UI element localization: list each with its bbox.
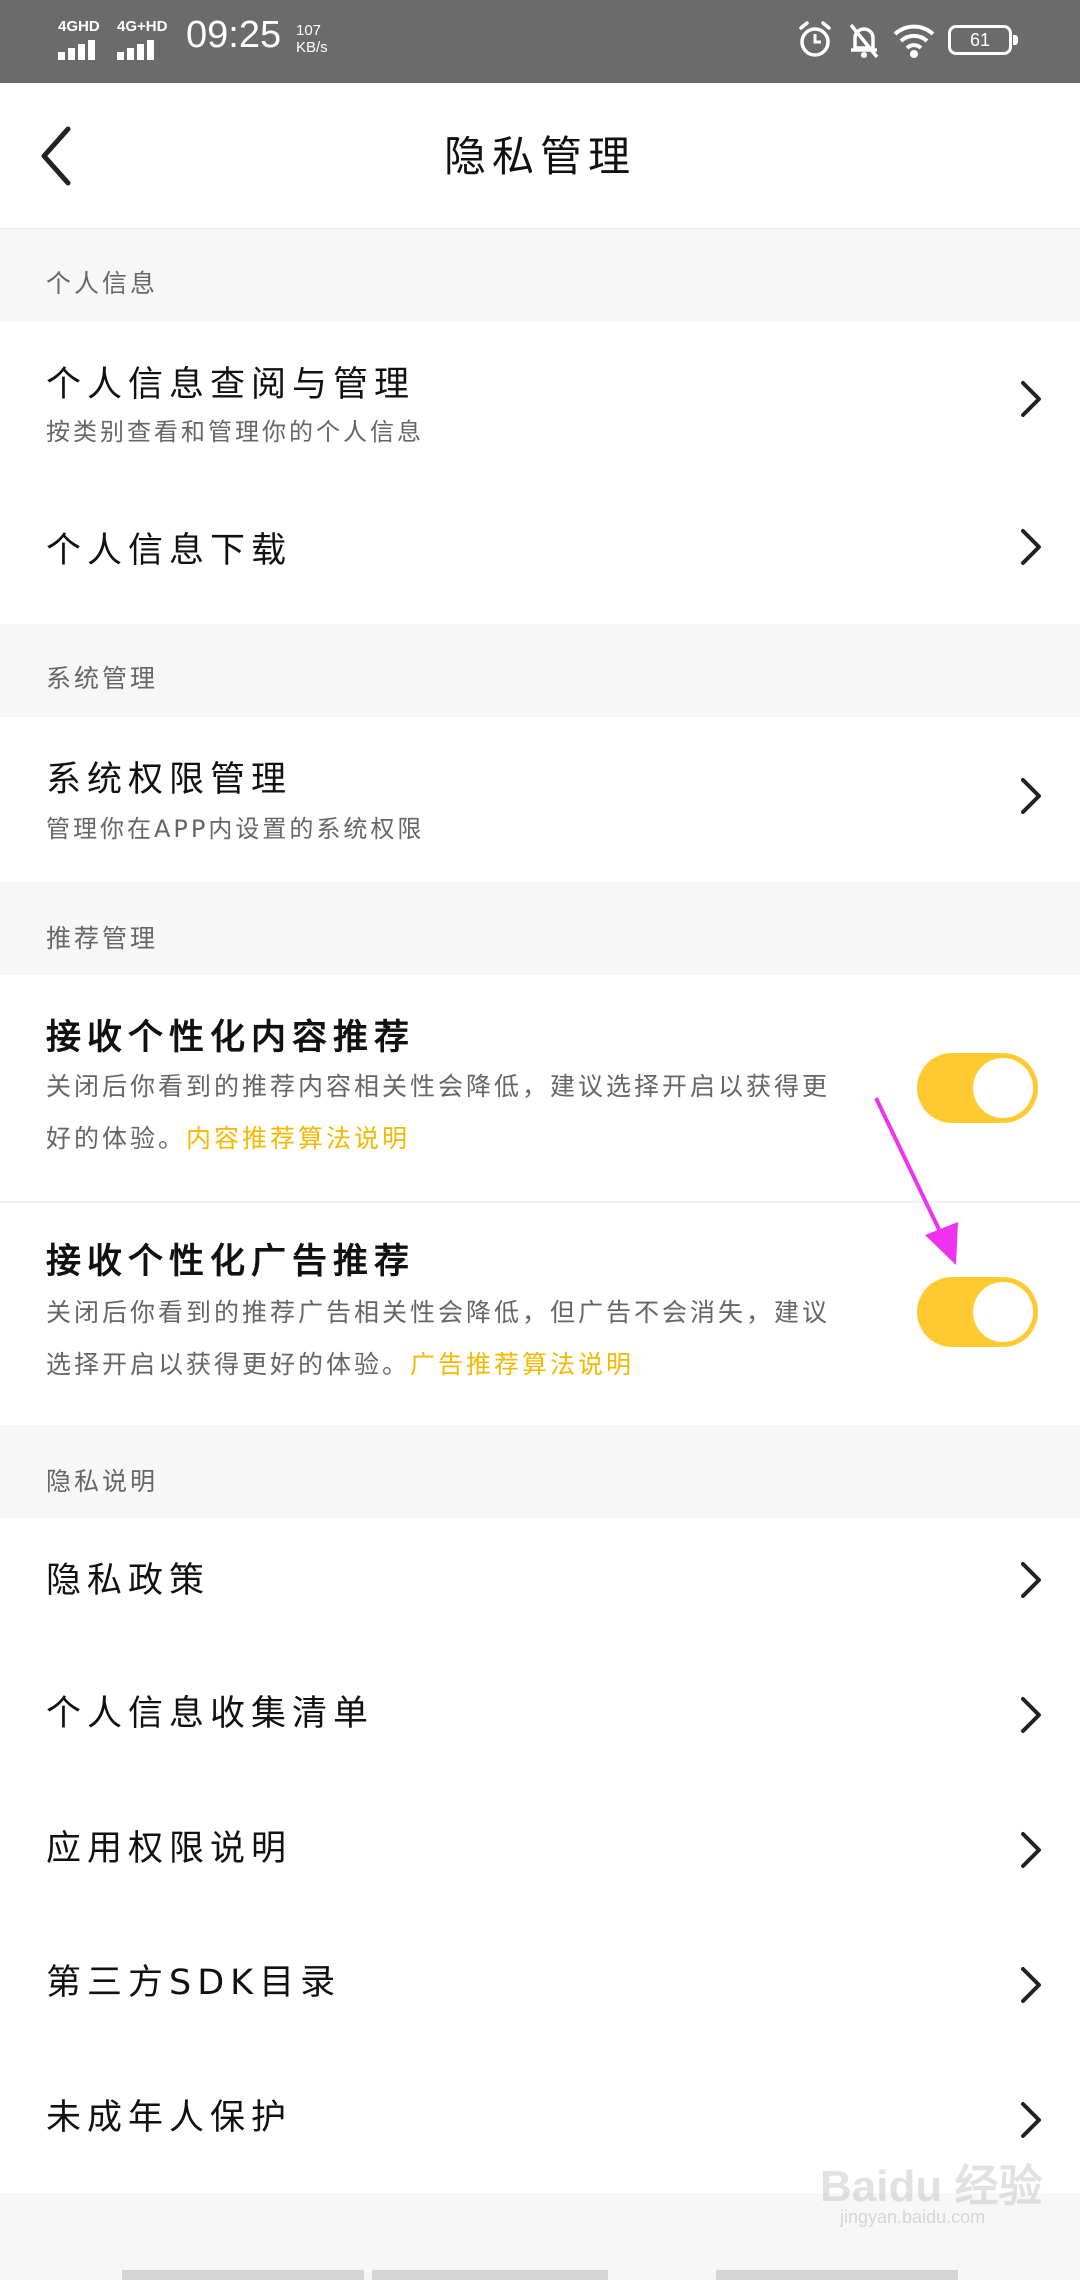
header: 隐私管理: [0, 83, 1080, 229]
row-personal-info-manage[interactable]: 个人信息查阅与管理 按类别查看和管理你的个人信息: [0, 322, 1080, 477]
chevron-right-icon: [1021, 381, 1041, 417]
watermark-url: jingyan.baidu.com: [840, 2207, 986, 2227]
row-privacy-policy[interactable]: 隐私政策: [0, 1518, 1080, 1653]
section-header-label: 系统管理: [46, 664, 159, 693]
toggle-knob: [973, 1282, 1033, 1342]
ad-recommend-toggle[interactable]: [917, 1277, 1038, 1347]
row-title: 第三方SDK目录: [46, 1963, 342, 2003]
network-speed-value: 107: [296, 22, 322, 39]
section-header-label: 个人信息: [46, 269, 159, 298]
signal-bars-icon: [58, 38, 95, 60]
chevron-right-icon: [1021, 2102, 1041, 2138]
row-personalized-content: 接收个性化内容推荐 关闭后你看到的推荐内容相关性会降低，建议选择开启以获得更好的…: [0, 975, 1080, 1201]
signal-4ghd-indicator: 4GHD: [58, 18, 114, 62]
signal-4gplus-indicator: 4G+HD: [117, 18, 173, 62]
chevron-right-icon: [1021, 1697, 1041, 1733]
bottom-indicator: [716, 2270, 958, 2280]
chevron-right-icon: [1021, 529, 1041, 565]
row-title: 个人信息查阅与管理: [46, 365, 416, 405]
chevron-right-icon: [1021, 1832, 1041, 1868]
row-title: 应用权限说明: [46, 1829, 293, 1869]
row-title: 接收个性化广告推荐: [46, 1242, 416, 1282]
page-title: 隐私管理: [443, 132, 636, 181]
alarm-icon: [799, 21, 831, 57]
chevron-right-icon: [1021, 778, 1041, 814]
ad-algorithm-link[interactable]: 广告推荐算法说明: [410, 1350, 634, 1379]
network-speed-unit: KB/s: [296, 39, 328, 56]
row-title: 未成年人保护: [46, 2098, 293, 2138]
bottom-indicator: [372, 2270, 608, 2280]
row-app-permissions[interactable]: 应用权限说明: [0, 1788, 1080, 1923]
network-type-label: 4G+HD: [117, 18, 168, 35]
row-title: 个人信息收集清单: [46, 1694, 375, 1734]
row-description-text: 关闭后你看到的推荐内容相关性会降低，建议选择开启以获得更好的体验。: [46, 1072, 831, 1153]
status-bar: 4GHD 4G+HD 09:25 107 KB/s 61: [0, 0, 1080, 83]
row-info-collection-list[interactable]: 个人信息收集清单: [0, 1653, 1080, 1788]
row-third-party-sdk[interactable]: 第三方SDK目录: [0, 1923, 1080, 2058]
bottom-indicator: [122, 2270, 364, 2280]
section-header-label: 隐私说明: [46, 1467, 159, 1496]
status-time: 09:25: [186, 14, 282, 56]
wifi-icon: [893, 24, 935, 58]
section-header-recommend: 推荐管理: [0, 882, 1080, 975]
signal-bars-icon: [117, 38, 154, 60]
network-speed: 107 KB/s: [296, 22, 328, 56]
section-header-label: 推荐管理: [46, 924, 159, 953]
row-system-permissions[interactable]: 系统权限管理 管理你在APP内设置的系统权限: [0, 717, 1080, 882]
chevron-right-icon: [1021, 1562, 1041, 1598]
network-type-label: 4GHD: [58, 18, 100, 35]
row-title: 个人信息下载: [46, 531, 293, 571]
row-personal-info-download[interactable]: 个人信息下载: [0, 477, 1080, 624]
section-header-privacy: 隐私说明: [0, 1425, 1080, 1518]
row-title: 隐私政策: [46, 1561, 211, 1601]
content-algorithm-link[interactable]: 内容推荐算法说明: [186, 1124, 410, 1153]
row-title: 接收个性化内容推荐: [46, 1018, 416, 1058]
row-subtitle: 管理你在APP内设置的系统权限: [46, 815, 425, 843]
watermark-logo: Baidu 经验: [820, 2162, 1043, 2211]
section-header-personal: 个人信息: [0, 229, 1080, 322]
row-title: 系统权限管理: [46, 760, 293, 800]
section-header-system: 系统管理: [0, 624, 1080, 717]
toggle-knob: [973, 1058, 1033, 1118]
chevron-right-icon: [1021, 1967, 1041, 2003]
battery-icon: 61: [948, 25, 1018, 55]
row-subtitle: 按类别查看和管理你的个人信息: [46, 418, 424, 446]
bell-off-icon: [849, 23, 879, 59]
row-personalized-ads: 接收个性化广告推荐 关闭后你看到的推荐广告相关性会降低，但广告不会消失，建议选择…: [0, 1203, 1080, 1425]
content-recommend-toggle[interactable]: [917, 1053, 1038, 1123]
row-description: 关闭后你看到的推荐广告相关性会降低，但广告不会消失，建议选择开启以获得更好的体验…: [46, 1287, 846, 1391]
row-description: 关闭后你看到的推荐内容相关性会降低，建议选择开启以获得更好的体验。内容推荐算法说…: [46, 1061, 846, 1165]
